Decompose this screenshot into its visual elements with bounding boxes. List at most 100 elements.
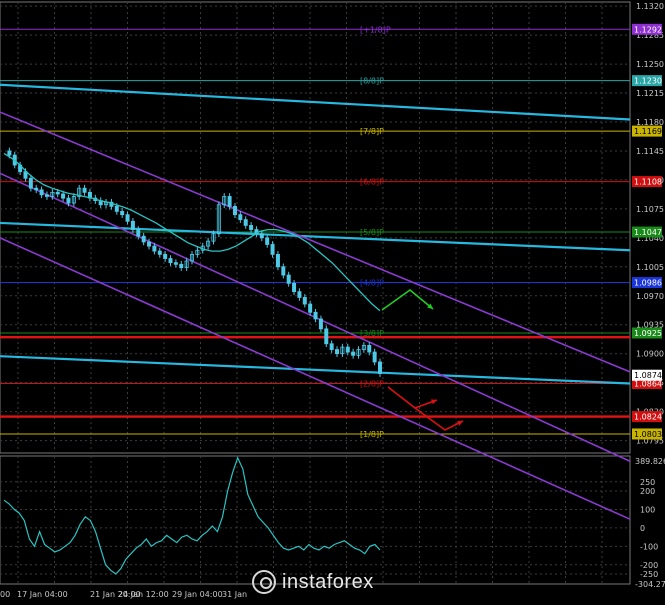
price-tick: 1.1250 bbox=[636, 60, 664, 69]
instaforex-logo: instaforex bbox=[252, 570, 374, 594]
candle-body bbox=[249, 225, 254, 230]
candle-body bbox=[329, 343, 334, 350]
candle-body bbox=[130, 220, 135, 230]
osc-tick: -250 bbox=[640, 570, 658, 579]
osc-tick: 100 bbox=[640, 505, 655, 514]
osc-tick: 0 bbox=[640, 524, 645, 533]
time-tick: 29 Jan 04:00 bbox=[172, 590, 223, 599]
level-price-tag: 1.1169 bbox=[634, 127, 662, 136]
murrey-label: [8/8]P bbox=[360, 77, 384, 86]
price-tick: 1.1215 bbox=[636, 89, 664, 98]
candle-body bbox=[168, 258, 173, 264]
price-tick: 1.1005 bbox=[636, 263, 664, 272]
candle-body bbox=[232, 205, 237, 216]
level-price-tag: 1.1292 bbox=[634, 25, 662, 34]
candle-body bbox=[318, 318, 323, 330]
candle-body bbox=[238, 214, 243, 221]
price-tick: 1.0970 bbox=[636, 292, 664, 301]
candle-body bbox=[39, 189, 44, 196]
murrey-levels: [+1/8]P[8/8]P[7/8]P[6/8]P[5/8]P[4/8]P[3/… bbox=[0, 25, 630, 439]
candle-body bbox=[141, 235, 146, 243]
candle-body bbox=[367, 345, 372, 353]
osc-bottom-value: -304.2766 bbox=[635, 580, 665, 589]
candle-body bbox=[351, 351, 356, 356]
candle-body bbox=[297, 291, 302, 298]
candle-body bbox=[313, 311, 318, 320]
price-tick: 1.1145 bbox=[636, 147, 664, 156]
candle-body bbox=[372, 351, 377, 363]
price-tick: 1.1320 bbox=[636, 2, 664, 11]
candle-body bbox=[173, 262, 178, 265]
candle-body bbox=[136, 229, 141, 237]
channel-lines bbox=[0, 83, 631, 520]
candle-body bbox=[157, 250, 162, 255]
candle-body bbox=[227, 196, 232, 207]
murrey-label: [4/8]P bbox=[360, 279, 384, 288]
price-tick: 1.1075 bbox=[636, 205, 664, 214]
level-price-tag: 1.0803 bbox=[634, 430, 662, 439]
osc-top-value: 389.8265 bbox=[635, 457, 665, 466]
candle-body bbox=[147, 241, 152, 247]
level-price-tag: 1.0864 bbox=[634, 379, 662, 388]
candle-body bbox=[335, 349, 340, 355]
chart-canvas: [+1/8]P[8/8]P[7/8]P[6/8]P[5/8]P[4/8]P[3/… bbox=[0, 1, 665, 599]
candle-body bbox=[120, 210, 125, 216]
murrey-label: [2/8]P bbox=[360, 379, 384, 388]
candle-body bbox=[114, 205, 119, 212]
osc-tick: -100 bbox=[640, 542, 658, 551]
cci-line bbox=[3, 456, 381, 575]
candle-body bbox=[61, 193, 66, 199]
chart-window: [+1/8]P [8/8]P [7/8]P [6/8]P [5/8]P [4/8]P [3/… bbox=[0, 0, 665, 605]
price-axis: 1.13201.12851.12501.12151.11801.11451.11… bbox=[632, 2, 664, 446]
candle-body bbox=[345, 346, 350, 353]
murrey-label: [5/8]P bbox=[360, 228, 384, 237]
time-tick: 24 Jan 12:00 bbox=[118, 590, 169, 599]
candle-body bbox=[275, 253, 280, 268]
channel-line bbox=[0, 83, 631, 121]
candle-body bbox=[286, 274, 291, 284]
candle-body bbox=[308, 303, 313, 313]
candle-body bbox=[152, 245, 157, 252]
candle-body bbox=[243, 219, 248, 226]
murrey-label: [6/8]P bbox=[360, 178, 384, 187]
channel-line bbox=[0, 221, 631, 252]
red-forecast-arrow-a-head bbox=[431, 399, 437, 405]
green-forecast-arrow bbox=[381, 288, 434, 311]
current-price-tag: 1.0874 bbox=[634, 371, 662, 380]
candle-body bbox=[66, 197, 71, 204]
candle-body bbox=[55, 191, 60, 195]
candle-body bbox=[281, 266, 286, 276]
level-price-tag: 1.1108 bbox=[634, 178, 662, 187]
candle-body bbox=[377, 361, 382, 374]
level-price-tag: 1.0925 bbox=[634, 329, 662, 338]
candle-body bbox=[324, 328, 329, 345]
level-price-tag: 1.1230 bbox=[634, 77, 662, 86]
time-axis: 00 17 Jan 04:00 21 Jan 20:0024 Jan 12:00 29… bbox=[0, 590, 247, 599]
murrey-label: [+1/8]P bbox=[360, 25, 391, 34]
logo-text: instaforex bbox=[282, 570, 374, 593]
extra-price-tag: 1.0824 bbox=[634, 413, 662, 422]
candle-body bbox=[179, 263, 184, 269]
candle-body bbox=[259, 233, 264, 239]
level-price-tag: 1.1047 bbox=[634, 228, 662, 237]
level-price-tag: 1.0986 bbox=[634, 279, 662, 288]
candle-body bbox=[34, 187, 39, 191]
price-tick: 1.0900 bbox=[636, 350, 664, 359]
candle-body bbox=[7, 150, 12, 156]
candle-body bbox=[28, 177, 33, 189]
time-tick: 17 Jan 04:00 bbox=[17, 590, 68, 599]
time-tick: 00 bbox=[0, 590, 10, 599]
murrey-label: [7/8]P bbox=[360, 127, 384, 136]
candle-body bbox=[265, 237, 270, 245]
candle-body bbox=[44, 194, 49, 197]
candle-body bbox=[82, 187, 87, 193]
osc-tick: 250 bbox=[640, 478, 655, 487]
osc-tick: -200 bbox=[640, 561, 658, 570]
candle-body bbox=[163, 253, 168, 259]
murrey-label: [1/8]P bbox=[360, 430, 384, 439]
osc-tick: 200 bbox=[640, 487, 655, 496]
candle-body bbox=[292, 282, 297, 293]
forecast-arrows bbox=[381, 288, 464, 431]
logo-icon bbox=[252, 570, 276, 594]
time-tick: 31 Jan bbox=[222, 590, 247, 599]
